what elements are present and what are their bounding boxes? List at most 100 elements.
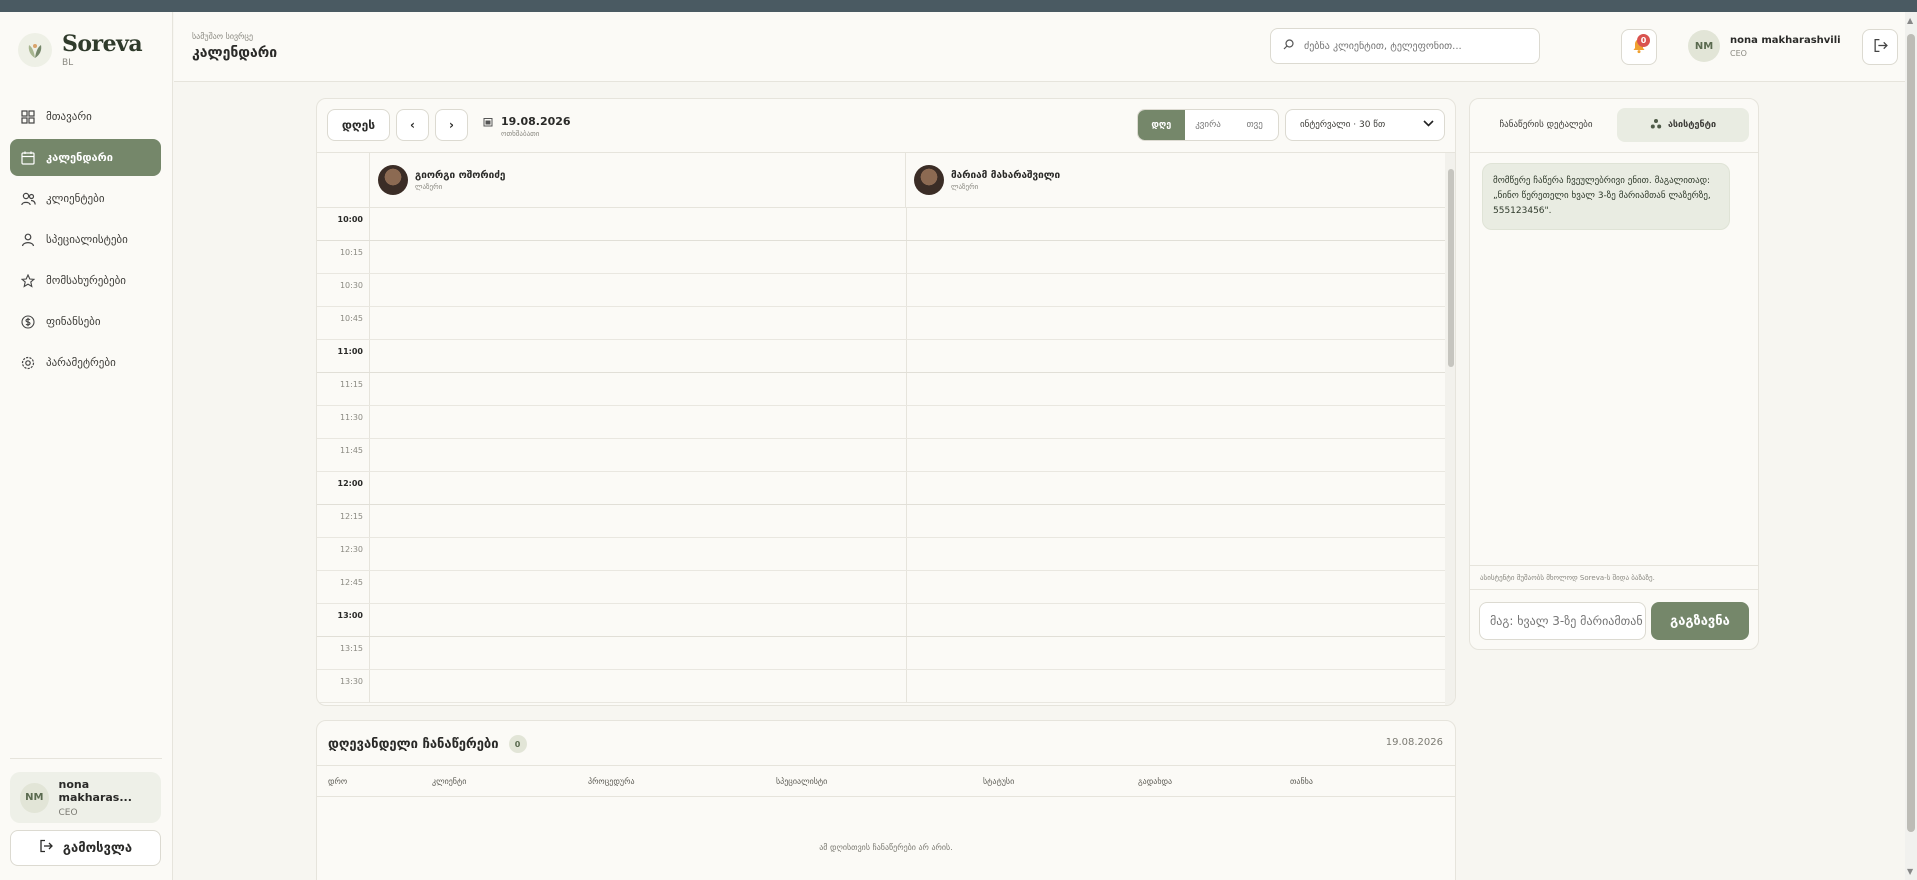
logo[interactable]: Soreva BL	[18, 32, 143, 68]
calendar-toolbar: დღეს ‹ › 19.08.2026 ოთხშაბათი დღე კვირა …	[317, 99, 1455, 153]
assistant-message: მომწერე ჩაწერა ჩვეულებრივი ენით. მაგალით…	[1482, 163, 1730, 230]
search-box[interactable]	[1270, 28, 1540, 64]
column-header[interactable]: სპეციალისტი	[776, 777, 827, 786]
column-header[interactable]: დრო	[328, 777, 347, 786]
logout-icon	[1873, 38, 1888, 56]
time-slot-row[interactable]: 12:30	[317, 538, 1445, 571]
time-slot-row[interactable]: 10:45	[317, 307, 1445, 340]
column-divider	[906, 571, 907, 603]
page-scrollbar[interactable]: ▲ ▼	[1905, 12, 1917, 880]
staff-avatar	[378, 165, 408, 195]
next-day-button[interactable]: ›	[435, 109, 468, 141]
header-user-role: CEO	[1730, 48, 1747, 58]
assistant-note: ასისტენტი მუშაობს მხოლოდ Soreva-ს შიდა ბ…	[1480, 574, 1655, 582]
gear-icon	[20, 355, 36, 371]
time-label: 12:45	[317, 571, 370, 603]
time-slot-row[interactable]: 12:45	[317, 571, 1445, 604]
calendar-scrollbar[interactable]	[1445, 153, 1455, 705]
sidebar-item-calendar[interactable]: კალენდარი	[10, 139, 161, 176]
assistant-panel: ჩანაწერის დეტალები ასისტენტი მომწერე ჩაწ…	[1469, 98, 1759, 650]
search-input[interactable]	[1304, 40, 1524, 52]
time-slot-row[interactable]: 11:30	[317, 406, 1445, 439]
notifications-button[interactable]: 0	[1621, 29, 1657, 65]
tab-assistant-label: ასისტენტი	[1667, 120, 1717, 130]
time-slot-row[interactable]: 10:30	[317, 274, 1445, 307]
prev-day-button[interactable]: ‹	[396, 109, 429, 141]
assistant-divider	[1470, 589, 1758, 590]
logout-button[interactable]: გამოსვლა	[10, 830, 161, 866]
column-divider	[906, 307, 907, 339]
column-divider	[906, 637, 907, 669]
sidebar-nav: მთავარი კალენდარი კლიენტები სპეციალისტებ…	[10, 98, 161, 385]
calendar-scrollbar-thumb[interactable]	[1448, 169, 1454, 367]
view-week-tab[interactable]: კვირა	[1185, 110, 1232, 140]
sidebar-user-card[interactable]: NM nona makharas... CEO	[10, 772, 161, 823]
staff-column-header[interactable]: გიორგი ოშორიძე ლაზერი	[370, 153, 906, 207]
time-label: 10:00	[317, 208, 370, 240]
time-slot-row[interactable]: 12:15	[317, 505, 1445, 538]
assistant-input[interactable]	[1479, 602, 1646, 640]
sidebar-item-settings[interactable]: პარამეტრები	[10, 344, 161, 381]
interval-select-value: ინტერვალი · 30 წთ	[1300, 120, 1386, 130]
todays-appointments: დღევანდელი ჩანაწერები 0 19.08.2026 დრო კ…	[316, 720, 1456, 880]
time-label: 10:15	[317, 241, 370, 273]
logout-icon	[39, 839, 53, 857]
header-logout-button[interactable]	[1862, 29, 1898, 65]
current-weekday: ოთხშაბათი	[501, 130, 540, 138]
column-divider	[906, 538, 907, 570]
sidebar-item-label: მომსახურებები	[46, 274, 126, 287]
send-button[interactable]: გაგზავნა	[1651, 602, 1749, 640]
time-slot-row[interactable]: 13:15	[317, 637, 1445, 670]
header-user[interactable]: NM nona makharashvili CEO	[1688, 30, 1841, 62]
time-gutter-header	[317, 153, 370, 207]
sidebar-item-services[interactable]: მომსახურებები	[10, 262, 161, 299]
column-divider	[906, 406, 907, 438]
tab-assistant[interactable]: ასისტენტი	[1617, 108, 1749, 142]
time-slot-row[interactable]: 10:15	[317, 241, 1445, 274]
sparkle-icon	[1650, 118, 1662, 133]
breadcrumb: სამუშაო სივრცე	[192, 32, 254, 41]
logout-label: გამოსვლა	[62, 840, 133, 856]
column-header[interactable]: გადახდა	[1138, 777, 1172, 786]
scroll-down-arrow-icon[interactable]: ▼	[1907, 867, 1913, 876]
column-divider	[906, 373, 907, 405]
sidebar-item-clients[interactable]: კლიენტები	[10, 180, 161, 217]
column-header[interactable]: პროცედურა	[588, 777, 635, 786]
time-slot-row[interactable]: 12:00	[317, 472, 1445, 505]
time-slot-row[interactable]: 10:00	[317, 208, 1445, 241]
scroll-up-arrow-icon[interactable]: ▲	[1907, 16, 1913, 25]
staff-column-header[interactable]: მარიამ მახარაშვილი ლაზერი	[906, 153, 1445, 207]
staff-avatar	[914, 165, 944, 195]
view-month-tab[interactable]: თვე	[1231, 110, 1278, 140]
column-divider	[906, 208, 907, 240]
time-label: 11:15	[317, 373, 370, 405]
appointments-title-text: დღევანდელი ჩანაწერები	[328, 736, 499, 752]
calendar-icon	[20, 150, 36, 166]
time-slot-row[interactable]: 13:30	[317, 670, 1445, 703]
page-scrollbar-thumb[interactable]	[1907, 34, 1915, 832]
column-header[interactable]: სტატუსი	[983, 777, 1014, 786]
time-slot-row[interactable]: 13:00	[317, 604, 1445, 637]
column-header[interactable]: კლიენტი	[432, 777, 466, 786]
notification-count-badge: 0	[1637, 34, 1650, 47]
dashboard-grid-icon	[20, 109, 36, 125]
time-slot-row[interactable]: 11:15	[317, 373, 1445, 406]
time-label: 13:15	[317, 637, 370, 669]
time-slot-row[interactable]: 11:45	[317, 439, 1445, 472]
sidebar-item-finances[interactable]: ფინანსები	[10, 303, 161, 340]
appointments-count-badge: 0	[508, 735, 527, 753]
app-sub: BL	[62, 58, 74, 68]
sidebar-item-specialists[interactable]: სპეციალისტები	[10, 221, 161, 258]
time-label: 11:00	[317, 340, 370, 372]
calendar-card: დღეს ‹ › 19.08.2026 ოთხშაბათი დღე კვირა …	[316, 98, 1456, 706]
time-slot-row[interactable]: 11:00	[317, 340, 1445, 373]
view-day-tab[interactable]: დღე	[1138, 110, 1185, 140]
time-grid[interactable]: 10:00 10:15 10:30 10:45 11:00 11:15 11:30 11:45…	[317, 208, 1445, 705]
time-label: 11:30	[317, 406, 370, 438]
tab-appointment-details[interactable]: ჩანაწერის დეტალები	[1480, 108, 1612, 142]
interval-select[interactable]: ინტერვალი · 30 წთ	[1285, 109, 1445, 141]
header: სამუშაო სივრცე კალენდარი 0 NM nona makha…	[174, 12, 1917, 82]
today-button[interactable]: დღეს	[327, 109, 390, 141]
column-header[interactable]: თანხა	[1290, 777, 1313, 786]
sidebar-item-home[interactable]: მთავარი	[10, 98, 161, 135]
